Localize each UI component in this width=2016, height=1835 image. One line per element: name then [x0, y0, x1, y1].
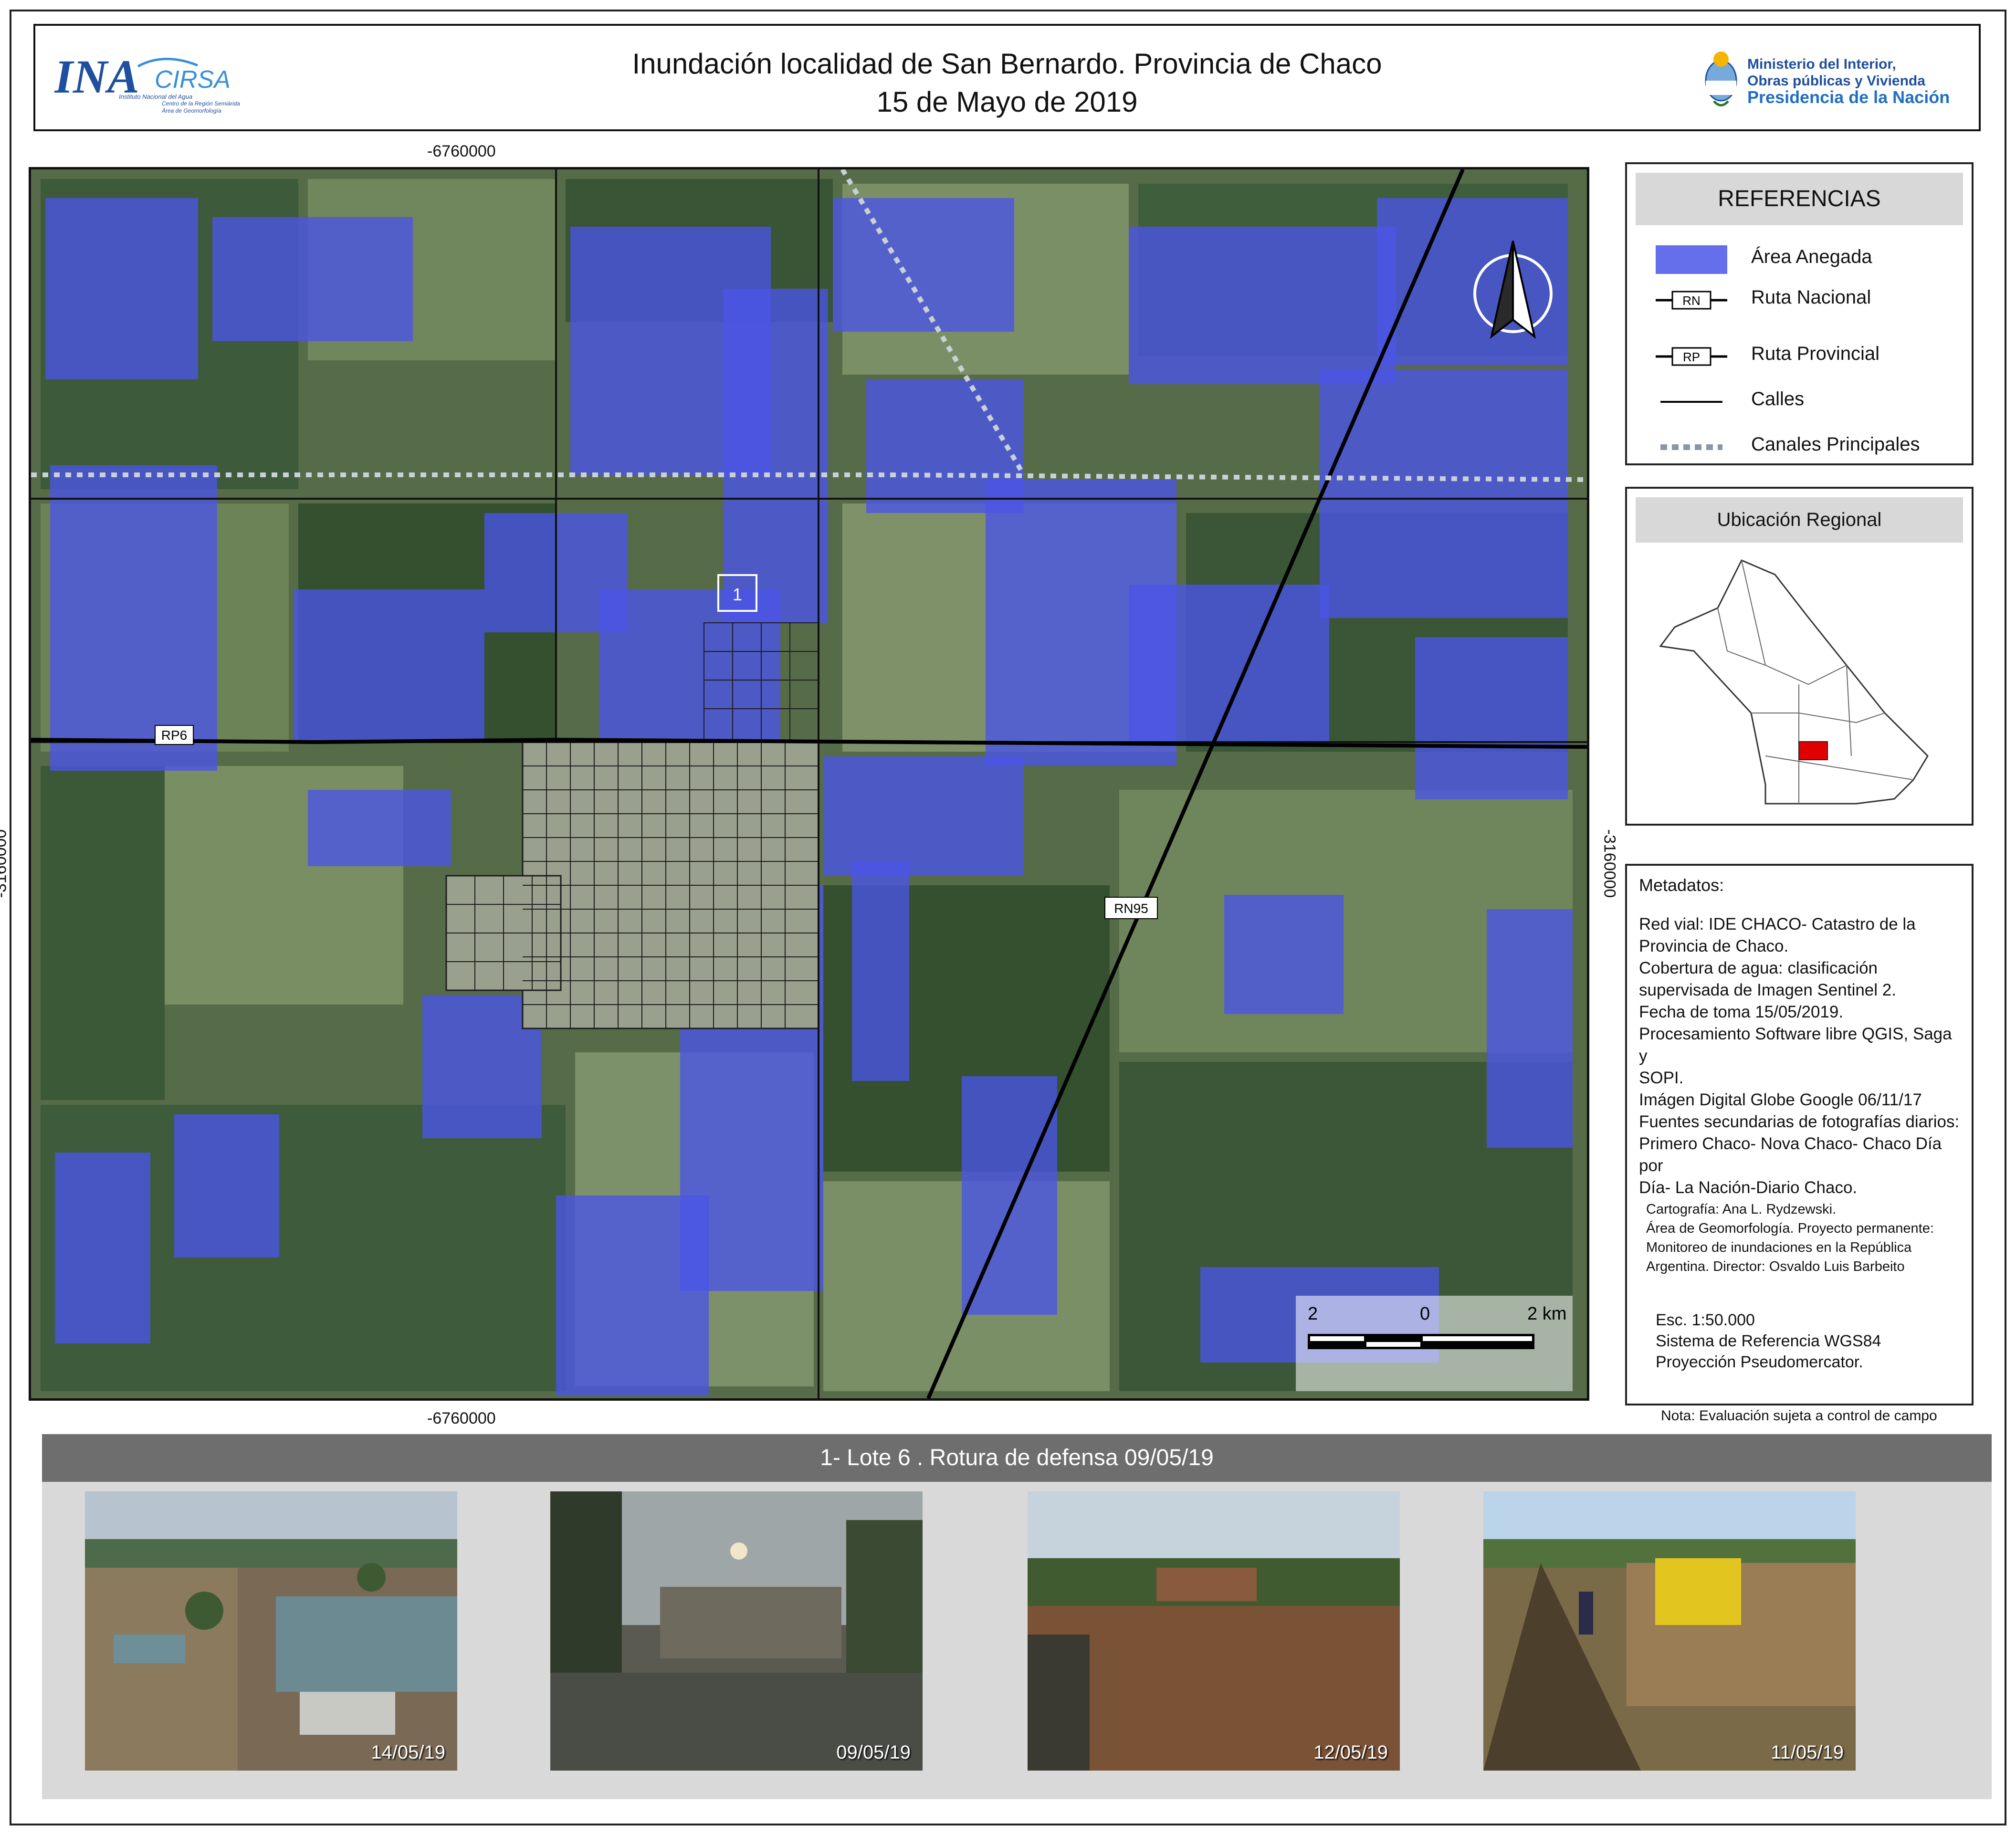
argentina-coat-of-arms-icon — [1705, 52, 1737, 106]
metadata-heading: Metadatos: — [1639, 875, 1724, 895]
flood-map[interactable]: RP6 RN95 1 2 0 2 km — [29, 167, 1589, 1401]
field-control-note: Nota: Evaluación sujeta a control de cam… — [1661, 1408, 1937, 1424]
scale-and-projection: Esc. 1:50.000 Sistema de Referencia WGS8… — [1656, 1311, 1881, 1371]
coord-right: -3160000 — [1600, 829, 1619, 898]
page-title: Inundación localidad de San Bernardo. Pr… — [35, 45, 1979, 121]
svg-text:2: 2 — [1308, 1304, 1318, 1324]
coord-top: -6760000 — [427, 142, 496, 160]
photo-date-1: 14/05/19 — [371, 1742, 445, 1763]
map-header: INA CIRSA Instituto Nacional del Agua Ce… — [33, 24, 1981, 131]
legend-item-streets: Calles — [1656, 383, 1966, 421]
svg-text:0: 0 — [1420, 1304, 1430, 1324]
legend-item-national-route: RN Ruta Nacional — [1656, 281, 1966, 319]
provincial-route-icon: RP — [1656, 347, 1727, 366]
san-bernardo-highlight — [1798, 741, 1828, 760]
rn95-label: RN95 — [1104, 897, 1158, 919]
legend-item-provincial-route: RP Ruta Provincial — [1656, 337, 1966, 376]
svg-text:RP: RP — [1683, 350, 1700, 364]
photo-date-4: 11/05/19 — [1771, 1742, 1844, 1763]
scale-bar: 2 0 2 km — [1296, 1296, 1573, 1391]
svg-text:RN: RN — [1682, 294, 1701, 308]
svg-text:Ministerio del Interior,: Ministerio del Interior, — [1747, 56, 1896, 72]
legend-item-canals: Canales Principales — [1656, 428, 1966, 466]
photo-flooded-street[interactable]: 09/05/19 — [550, 1491, 923, 1771]
svg-text:RN95: RN95 — [1114, 901, 1148, 916]
legend-panel: REFERENCIAS Área Anegada RN Ruta Naciona… — [1625, 162, 1974, 465]
photo-band-title: 1- Lote 6 . Rotura de defensa 09/05/19 — [42, 1434, 1992, 1482]
metadata-body: Red vial: IDE CHACO- Catastro de la Prov… — [1639, 915, 1960, 1197]
coord-bottom: -6760000 — [427, 1409, 496, 1427]
legend-title: REFERENCIAS — [1636, 173, 1963, 225]
photo-defense-repair[interactable]: 11/05/19 — [1483, 1491, 1856, 1771]
street-line — [1660, 401, 1722, 403]
regional-location-title: Ubicación Regional — [1636, 497, 1963, 543]
title-line-1: Inundación localidad de San Bernardo. Pr… — [632, 48, 1382, 80]
photo-aerial-flood[interactable]: 14/05/19 — [85, 1491, 457, 1771]
canal-dotted-line — [1660, 444, 1722, 450]
metadata-panel: Metadatos: Red vial: IDE CHACO- Catastro… — [1625, 864, 1974, 1405]
chaco-province-inset-map — [1659, 559, 1929, 805]
photo-band: 1- Lote 6 . Rotura de defensa 09/05/19 1… — [42, 1434, 1992, 1799]
coord-left: -3160000 — [0, 829, 10, 898]
flooded-area-swatch — [1656, 245, 1727, 274]
ministerio-logo: Ministerio del Interior, Obras públicas … — [1702, 45, 1960, 116]
title-line-2: 15 de Mayo de 2019 — [876, 86, 1138, 118]
svg-text:Presidencia de la Nación: Presidencia de la Nación — [1747, 87, 1950, 107]
svg-text:1: 1 — [733, 585, 742, 604]
national-route-icon: RN — [1656, 291, 1727, 310]
photo-date-2: 09/05/19 — [836, 1742, 911, 1763]
svg-text:RP6: RP6 — [161, 728, 187, 743]
regional-location-panel: Ubicación Regional — [1625, 487, 1974, 826]
legend-item-flooded: Área Anegada — [1656, 241, 1966, 279]
rp6-label: RP6 — [155, 725, 194, 745]
photo-flooded-house[interactable]: 12/05/19 — [1028, 1491, 1400, 1771]
photo-date-3: 12/05/19 — [1313, 1742, 1388, 1763]
cartography-credits: Cartografía: Ana L. Rydzewski. Área de G… — [1646, 1202, 1934, 1274]
svg-text:Obras públicas y Vivienda: Obras públicas y Vivienda — [1747, 73, 1925, 89]
map-canvas: RP6 RN95 1 2 0 2 km — [31, 169, 1587, 1398]
svg-text:2 km: 2 km — [1527, 1304, 1566, 1324]
